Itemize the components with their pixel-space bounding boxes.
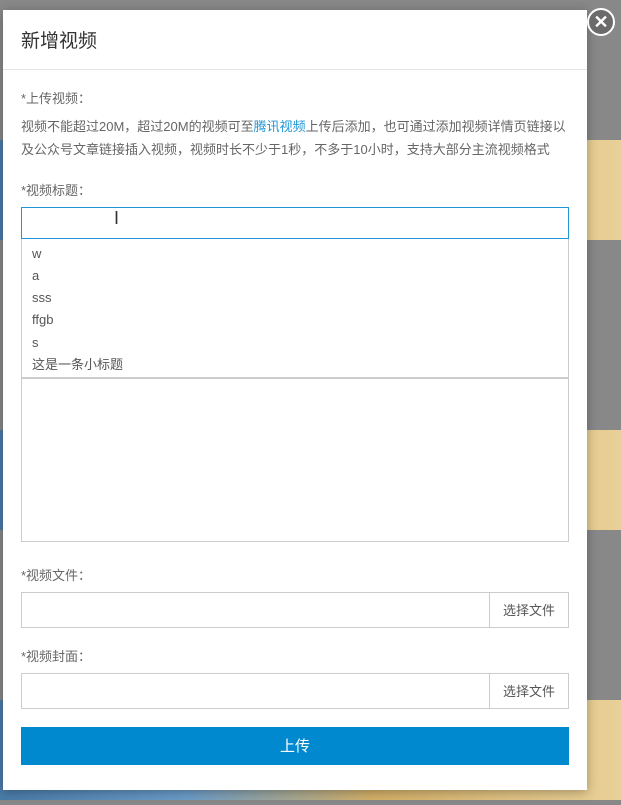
upload-help-text: 视频不能超过20M，超过20M的视频可至腾讯视频上传后添加，也可通过添加视频详情… (21, 115, 569, 162)
video-title-label: *视频标题： (21, 180, 569, 199)
tencent-video-link[interactable]: 腾讯视频 (254, 119, 306, 134)
suggestion-item[interactable]: a (22, 265, 568, 287)
suggestion-item[interactable]: sss (22, 287, 568, 309)
suggestion-item[interactable]: s (22, 332, 568, 354)
upload-submit-button[interactable]: 上传 (21, 727, 569, 765)
modal-title: 新增视频 (21, 26, 569, 53)
close-button[interactable]: ✕ (587, 8, 615, 36)
video-cover-path-display (21, 673, 489, 709)
add-video-modal: ✕ 新增视频 *上传视频： 视频不能超过20M，超过20M的视频可至腾讯视频上传… (3, 10, 587, 790)
help-text-pre: 视频不能超过20M，超过20M的视频可至 (21, 119, 254, 134)
video-title-input[interactable] (21, 207, 569, 239)
suggestion-item[interactable]: w (22, 243, 568, 265)
video-file-path-display (21, 592, 489, 628)
video-description-textarea[interactable] (21, 379, 569, 542)
suggestion-item[interactable]: 这是一条小标题 (22, 354, 568, 378)
modal-header: 新增视频 (3, 10, 587, 70)
upload-video-label: *上传视频： (21, 88, 569, 107)
modal-body: *上传视频： 视频不能超过20M，超过20M的视频可至腾讯视频上传后添加，也可通… (3, 70, 587, 783)
close-icon: ✕ (593, 12, 608, 33)
choose-cover-file-button[interactable]: 选择文件 (489, 673, 569, 709)
video-file-label: *视频文件： (21, 565, 569, 584)
suggestion-item[interactable]: ffgb (22, 309, 568, 331)
video-cover-label: *视频封面： (21, 646, 569, 665)
title-suggestions-dropdown: w a sss ffgb s 这是一条小标题 (21, 239, 569, 379)
choose-video-file-button[interactable]: 选择文件 (489, 592, 569, 628)
